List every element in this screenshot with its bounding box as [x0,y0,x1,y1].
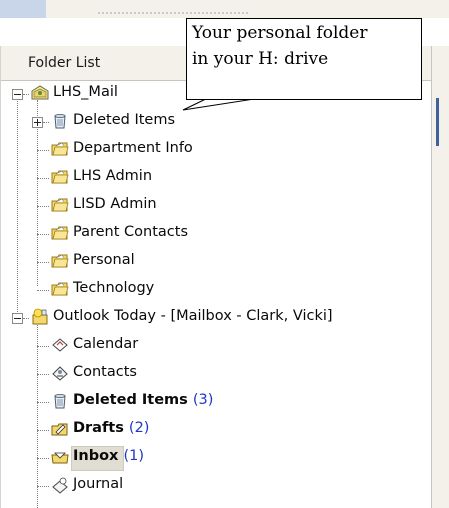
annotation-callout: Your personal folder in your H: drive [186,18,422,100]
callout-text: Your personal folder in your H: drive [192,23,368,69]
outlook-folder-list-window: Folder List LHS_Mail Deleted Items Depar… [0,0,449,508]
